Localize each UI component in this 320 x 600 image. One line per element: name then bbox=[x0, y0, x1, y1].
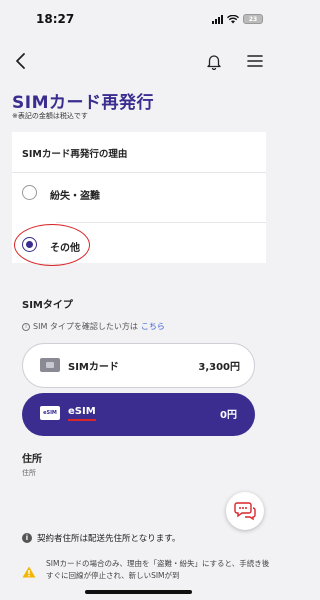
highlight-underline bbox=[68, 419, 96, 421]
sim-type-info: i SIM タイプを確認したい方は こちら bbox=[22, 321, 165, 332]
signal-icon bbox=[212, 14, 223, 24]
address-note-text: 契約者住所は配送先住所となります。 bbox=[37, 534, 181, 544]
info-icon: i bbox=[22, 322, 30, 331]
sim-card-price: 3,300円 bbox=[198, 362, 240, 373]
sim-card-icon bbox=[40, 358, 60, 372]
sim-type-heading: SIMタイプ bbox=[22, 300, 73, 311]
sim-type-info-text: SIM タイプを確認したい方は bbox=[33, 322, 138, 331]
radio-lost-stolen[interactable] bbox=[22, 185, 37, 200]
menu-icon[interactable] bbox=[246, 53, 264, 69]
status-time: 18:27 bbox=[36, 12, 75, 26]
bell-icon[interactable] bbox=[205, 52, 223, 70]
info-icon: i bbox=[22, 533, 32, 543]
esim-icon: eSIM bbox=[40, 406, 60, 420]
highlight-circle bbox=[14, 224, 90, 266]
reason-heading: SIMカード再発行の理由 bbox=[22, 149, 128, 160]
warning-icon bbox=[22, 566, 36, 578]
chat-icon bbox=[234, 502, 256, 521]
divider bbox=[12, 172, 266, 173]
warning-text: SIMカードの場合のみ、理由を「盗難・紛失」にすると、手続き後すぐに回線が停止さ… bbox=[46, 559, 270, 580]
address-note: i 契約者住所は配送先住所となります。 bbox=[22, 532, 180, 544]
status-icons: 23 bbox=[212, 14, 263, 24]
back-icon[interactable] bbox=[12, 52, 30, 70]
sim-type-info-link[interactable]: こちら bbox=[141, 321, 165, 332]
page-title: SIMカード再発行 bbox=[12, 93, 154, 113]
home-indicator bbox=[85, 590, 192, 594]
address-label: 住所 bbox=[22, 469, 36, 477]
chat-button[interactable] bbox=[226, 492, 264, 530]
option-lost-stolen-label[interactable]: 紛失・盗難 bbox=[50, 187, 100, 202]
divider bbox=[56, 222, 266, 223]
tax-note: ※表記の金額は税込です bbox=[12, 112, 88, 120]
wifi-icon bbox=[227, 14, 239, 23]
address-heading: 住所 bbox=[22, 454, 42, 465]
battery-icon: 23 bbox=[243, 14, 263, 24]
esim-price: 0円 bbox=[220, 410, 237, 421]
sim-card-label: SIMカード bbox=[68, 362, 119, 373]
esim-label: eSIM bbox=[68, 406, 96, 417]
